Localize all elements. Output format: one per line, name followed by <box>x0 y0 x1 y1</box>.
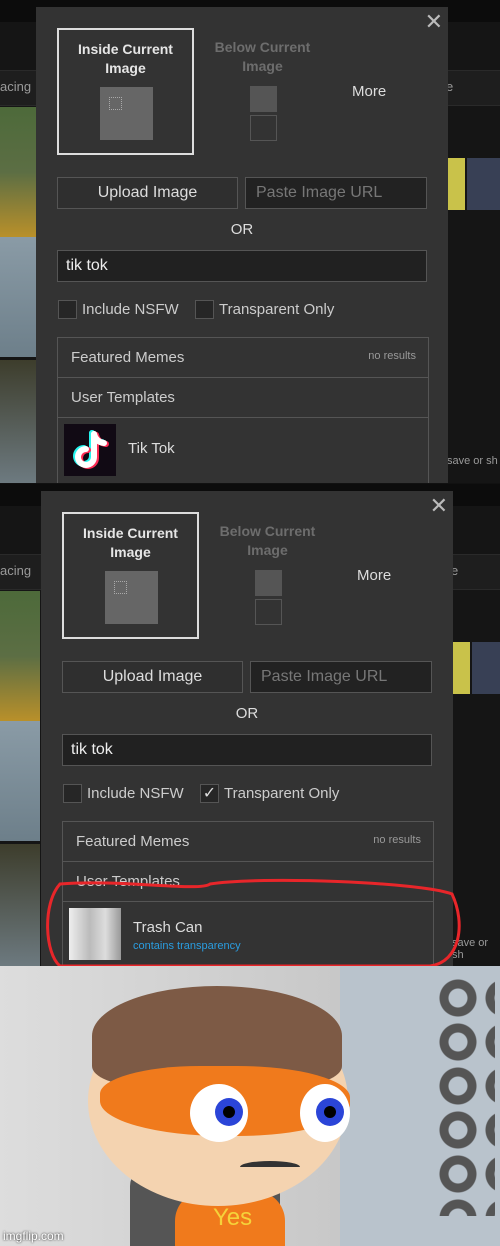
section-title: Featured Memes <box>71 349 185 366</box>
background-text: save or sh <box>447 455 498 467</box>
search-input[interactable]: tik tok <box>57 250 427 282</box>
left-eye <box>190 1084 248 1142</box>
background-text: acing <box>0 79 32 94</box>
screenshot-1: acing e save or sh ✕ Inside Current Imag… <box>0 0 500 483</box>
background-photo <box>0 237 40 357</box>
include-nsfw-label: Include NSFW <box>82 301 179 318</box>
close-icon[interactable]: ✕ <box>425 9 443 35</box>
no-results-label: no results <box>368 350 416 362</box>
red-highlight-circle <box>46 878 461 967</box>
user-templates-section: User Templates <box>58 378 428 418</box>
upload-image-button[interactable]: Upload Image <box>57 177 238 209</box>
featured-memes-section: Featured Memes no results <box>58 338 428 378</box>
result-name: Tik Tok <box>128 440 175 457</box>
mustache <box>240 1161 300 1173</box>
option-more[interactable]: More <box>352 83 386 100</box>
ring-decorations <box>435 976 495 1216</box>
background-photo <box>0 107 40 237</box>
meme-reaction-image: Yes imgflip.com <box>0 966 500 1246</box>
tiktok-logo-icon <box>64 424 116 476</box>
right-eye <box>300 1084 350 1142</box>
include-nsfw-checkbox[interactable] <box>58 300 77 319</box>
shirt-caption: Yes <box>213 1204 253 1231</box>
option-label: Below Current Image <box>214 39 311 74</box>
background-photo <box>0 360 40 483</box>
add-image-dialog: ✕ Inside Current Image Below Current Ima… <box>36 7 448 483</box>
section-title: User Templates <box>71 389 175 406</box>
results-list: Featured Memes no results User Templates … <box>57 337 429 483</box>
list-item[interactable]: Tik Tok <box>58 418 428 483</box>
screenshot-2: acing e save or sh ✕ Inside Current Imag… <box>0 484 500 967</box>
option-below-current-image[interactable]: Below Current Image <box>194 28 331 155</box>
option-inside-current-image[interactable]: Inside Current Image <box>57 28 194 155</box>
option-label: Inside Current Image <box>78 41 173 76</box>
background-thumbnail <box>448 158 465 210</box>
or-label: OR <box>230 221 254 238</box>
background-thumbnail <box>467 158 500 210</box>
imgflip-watermark: imgflip.com <box>3 1229 64 1243</box>
transparent-only-checkbox[interactable] <box>195 300 214 319</box>
transparent-only-label: Transparent Only <box>219 301 335 318</box>
image-url-input[interactable]: Paste Image URL <box>245 177 427 209</box>
